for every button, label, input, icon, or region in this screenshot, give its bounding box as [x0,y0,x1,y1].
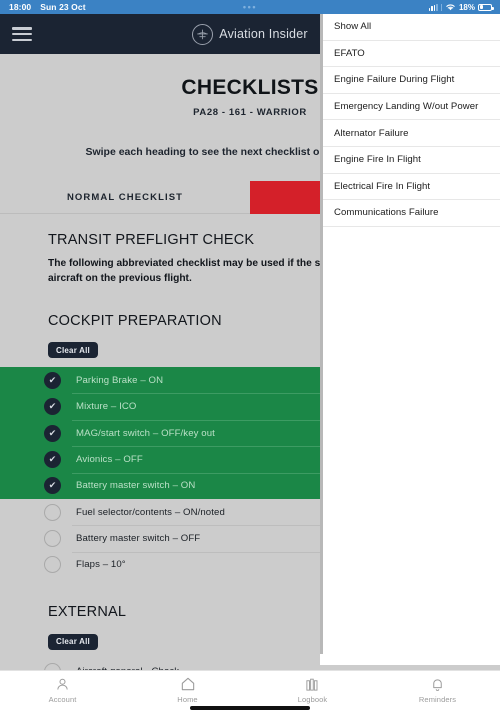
check-glyph: ✔ [48,374,57,385]
tab-logbook-label: Logbook [297,694,328,704]
checklist-item-label: Avionics – OFF [76,453,143,465]
clear-all-button[interactable]: Clear All [48,342,98,359]
reminders-bell-icon [430,676,445,693]
checklist-item-label: MAG/start switch – OFF/key out [76,427,215,439]
checkbox-unchecked-icon[interactable] [44,556,61,574]
dropdown-item[interactable]: Show All [320,14,500,41]
tab-account[interactable]: Account [0,671,125,714]
tab-home-label: Home [177,694,198,704]
dropdown-item[interactable]: Electrical Fire In Flight [320,174,500,201]
emergency-checklist-dropdown[interactable]: Show All EFATO Engine Failure During Fligh… [320,14,500,665]
status-bar: 18:00 Sun 23 Oct ••• 18% [0,0,500,14]
hamburger-menu-icon[interactable] [12,27,32,41]
checkbox-checked-icon[interactable]: ✔ [44,450,61,468]
checklist-item-label: Battery master switch – ON [76,480,196,492]
tab-normal-checklist[interactable]: NORMAL CHECKLIST [0,181,250,214]
brand-logo: Aviation Insider [184,23,316,45]
home-indicator [190,706,310,710]
checklist-item-label: Parking Brake – ON [76,374,164,386]
dropdown-items: Show All EFATO Engine Failure During Fligh… [320,14,500,227]
account-icon [55,676,70,693]
home-icon [180,676,196,693]
status-dots-indicator: ••• [242,2,258,12]
brand-name: Aviation Insider [219,27,308,41]
check-glyph: ✔ [48,427,57,438]
dropdown-item[interactable]: Alternator Failure [320,120,500,147]
dropdown-scrollbar[interactable] [320,14,323,654]
dropdown-item[interactable]: EFATO [320,41,500,68]
dropdown-item[interactable]: Communications Failure [320,200,500,227]
check-glyph: ✔ [48,401,57,412]
checkbox-unchecked-icon[interactable] [44,530,61,548]
tab-account-label: Account [48,694,77,704]
checklist-item-label: Mixture – ICO [76,401,137,413]
dropdown-item[interactable]: Engine Failure During Flight [320,67,500,94]
check-glyph: ✔ [48,453,57,464]
dropdown-item[interactable]: Engine Fire In Flight [320,147,500,174]
logbook-icon [305,676,320,693]
checklist-item-label: Flaps – 10° [76,559,126,571]
checkbox-unchecked-icon[interactable] [44,503,61,521]
bottom-tab-bar: Account Home Logbook Reminders [0,670,500,714]
tab-reminders[interactable]: Reminders [375,671,500,714]
check-glyph: ✔ [48,480,57,491]
clear-all-button[interactable]: Clear All [48,633,98,650]
battery-icon [478,3,494,11]
checklist-item-label: Battery master switch – OFF [76,533,201,545]
checklist-item-label: Fuel selector/contents – ON/noted [76,506,225,518]
aviation-insider-logo-icon [192,23,214,45]
tab-reminders-label: Reminders [418,694,457,704]
dropdown-item[interactable]: Emergency Landing W/out Power [320,94,500,121]
checkbox-checked-icon[interactable]: ✔ [44,398,61,416]
checkbox-checked-icon[interactable]: ✔ [44,371,61,389]
checkbox-checked-icon[interactable]: ✔ [44,477,61,495]
checkbox-checked-icon[interactable]: ✔ [44,424,61,442]
